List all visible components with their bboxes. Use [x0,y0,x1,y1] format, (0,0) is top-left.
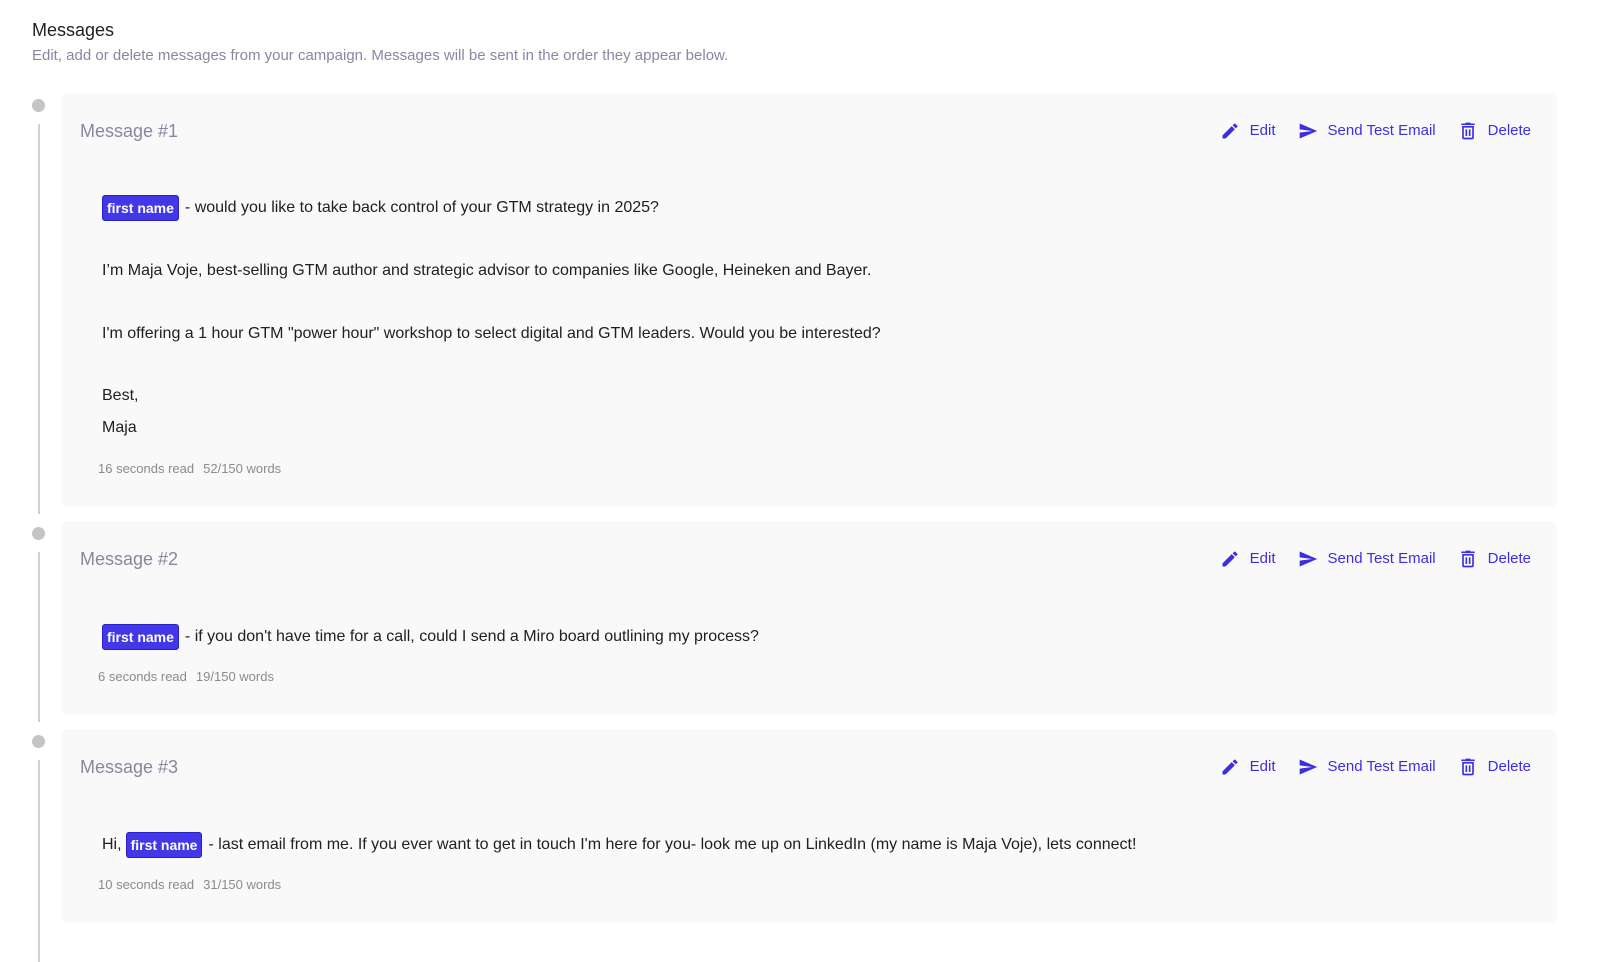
first-name-chip[interactable]: first name [125,832,203,858]
pencil-icon [1222,551,1238,567]
delete-button[interactable]: Delete [1458,757,1531,777]
message-text: - if you don't have time for a call, cou… [184,628,759,645]
send-test-email-label: Send Test Email [1327,550,1436,567]
message-line: I'm offering a 1 hour GTM "power hour" w… [102,325,881,342]
send-icon [1299,551,1317,567]
message-line: Best, [102,387,139,404]
timeline-dot [32,527,45,540]
timeline-line [37,552,40,722]
word-count: 19/150 words [195,669,274,684]
timeline-dot [32,735,45,748]
send-test-email-button[interactable]: Send Test Email [1298,757,1436,777]
delete-label: Delete [1487,122,1531,139]
page-subtitle: Edit, add or delete messages from your c… [32,47,729,64]
message-line: Maja [102,419,137,436]
trash-icon [1460,758,1475,776]
send-icon [1299,123,1317,139]
edit-button[interactable]: Edit [1220,757,1276,777]
message-actions: Edit Send Test Email Delete [1198,121,1531,141]
read-time: 6 seconds read [98,669,187,684]
message-card: Message #1 Edit Send Test Email Delete f… [62,93,1557,507]
message-card: Message #2 Edit Send Test Email Delete f… [62,521,1557,715]
message-title: Message #2 [80,549,179,569]
message-line: I’m Maja Voje, best-selling GTM author a… [102,262,872,279]
message-meta: 10 seconds read 31/150 words [98,876,281,894]
edit-label: Edit [1249,758,1276,775]
send-test-email-button[interactable]: Send Test Email [1298,121,1436,141]
message-line: first name - would you like to take back… [102,195,659,221]
page-header: Messages Edit, add or delete messages fr… [32,18,728,66]
edit-button[interactable]: Edit [1220,549,1276,569]
first-name-chip[interactable]: first name [102,624,179,650]
message-line: first name - if you don't have time for … [102,624,759,650]
pencil-icon [1222,759,1238,775]
read-time: 10 seconds read [98,877,195,892]
message-greeting: Hi, [102,836,122,853]
delete-button[interactable]: Delete [1458,121,1531,141]
edit-label: Edit [1249,122,1276,139]
read-time: 16 seconds read [98,461,195,476]
message-actions: Edit Send Test Email Delete [1198,549,1531,569]
message-meta: 6 seconds read 19/150 words [98,668,274,686]
send-test-email-label: Send Test Email [1327,758,1436,775]
message-text: - last email from me. If you ever want t… [208,836,1137,853]
delete-label: Delete [1487,550,1531,567]
send-test-email-button[interactable]: Send Test Email [1298,549,1436,569]
timeline-dot [32,99,45,112]
message-text: - would you like to take back control of… [184,199,659,216]
message-actions: Edit Send Test Email Delete [1198,757,1531,777]
timeline-line [37,760,40,962]
trash-icon [1460,122,1475,140]
timeline-line [37,124,40,514]
message-title: Message #1 [80,121,179,141]
message-title: Message #3 [80,757,179,777]
delete-label: Delete [1487,758,1531,775]
message-meta: 16 seconds read 52/150 words [98,460,281,478]
pencil-icon [1222,123,1238,139]
word-count: 52/150 words [203,461,282,476]
message-card: Message #3 Edit Send Test Email Delete H… [62,729,1557,923]
word-count: 31/150 words [203,877,282,892]
delete-button[interactable]: Delete [1458,549,1531,569]
send-test-email-label: Send Test Email [1327,122,1436,139]
first-name-chip[interactable]: first name [102,195,179,221]
send-icon [1299,759,1317,775]
message-line: Hi, first name - last email from me. If … [102,832,1136,858]
edit-label: Edit [1249,550,1276,567]
trash-icon [1460,550,1475,568]
edit-button[interactable]: Edit [1220,121,1276,141]
page-title: Messages [32,20,115,40]
